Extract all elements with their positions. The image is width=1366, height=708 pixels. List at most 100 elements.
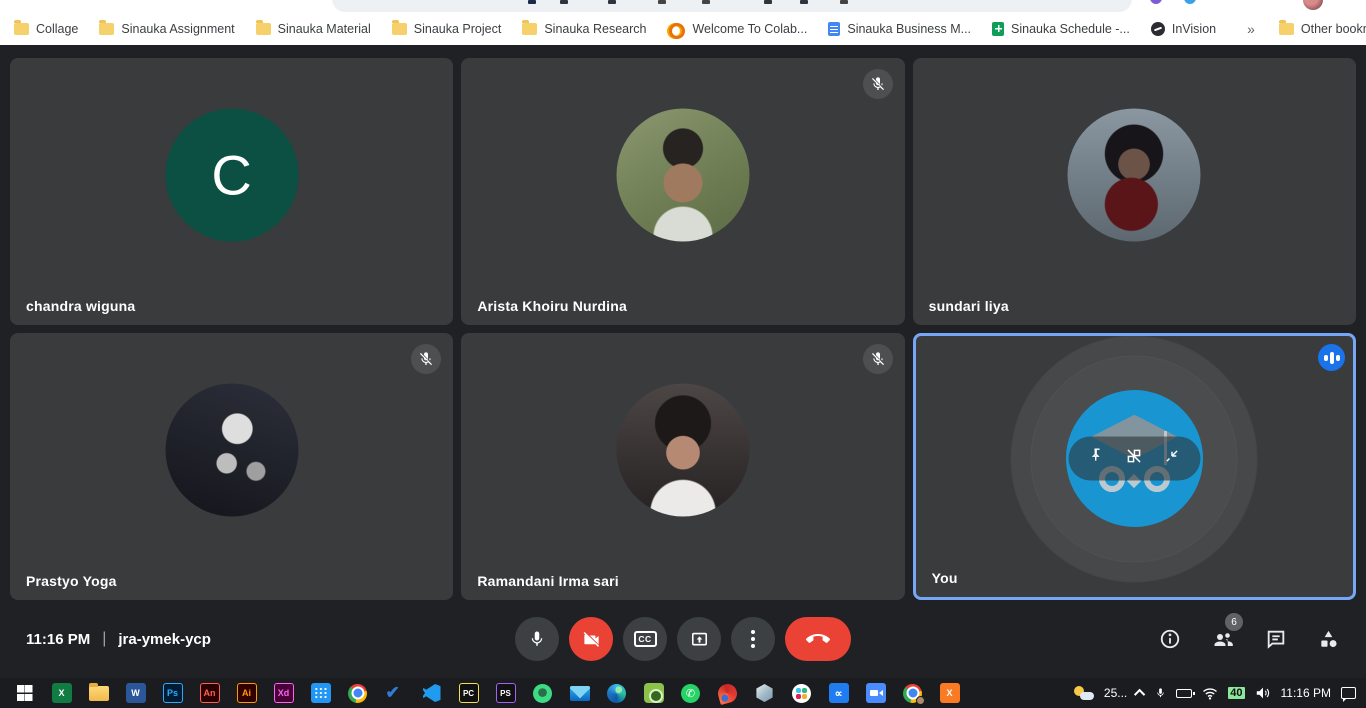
participant-tile-prastyo[interactable]: Prastyo Yoga: [10, 333, 453, 600]
animate-icon: An: [200, 683, 220, 703]
tray-expand-chevron-icon[interactable]: [1134, 689, 1145, 700]
bookmark-label: InVision: [1172, 22, 1216, 36]
participant-tile-sundari[interactable]: sundari liya: [913, 58, 1356, 325]
taskbar-slack[interactable]: [790, 681, 814, 705]
bookmark-welcome-colab[interactable]: Welcome To Colab...: [667, 22, 807, 36]
bookmark-invision[interactable]: InVision: [1151, 22, 1216, 36]
volume-icon[interactable]: [1255, 686, 1271, 700]
mic-off-icon: [863, 69, 893, 99]
activities-button[interactable]: [1317, 628, 1340, 651]
bookmark-sinauka-project[interactable]: Sinauka Project: [392, 22, 502, 36]
calendar-icon: [311, 683, 331, 703]
taskbar-file-explorer[interactable]: [87, 681, 111, 705]
other-bookmarks-label: Other bookmarks: [1301, 22, 1366, 36]
taskbar-phpstorm[interactable]: PS: [494, 681, 518, 705]
mic-button[interactable]: [515, 617, 559, 661]
xampp-icon: X: [940, 683, 960, 703]
taskbar-xd[interactable]: Xd: [272, 681, 296, 705]
avatar-photo: [1068, 109, 1201, 242]
meeting-details-button[interactable]: [1159, 628, 1181, 650]
taskbar-pycharm[interactable]: PC: [457, 681, 481, 705]
present-button[interactable]: [677, 617, 721, 661]
bookmark-sinauka-schedule[interactable]: Sinauka Schedule -...: [992, 22, 1130, 36]
chat-button[interactable]: [1265, 628, 1287, 650]
action-center-icon[interactable]: [1341, 687, 1356, 699]
taskbar-todo[interactable]: ✔: [383, 681, 407, 705]
vscode-icon: [423, 684, 441, 702]
wifi-icon[interactable]: [1202, 687, 1218, 700]
taskbar-mail[interactable]: [568, 681, 592, 705]
mic-off-icon: [863, 344, 893, 374]
taskbar-vscode[interactable]: [420, 681, 444, 705]
battery-icon[interactable]: [1176, 689, 1192, 698]
taskbar-illustrator[interactable]: Ai: [235, 681, 259, 705]
participant-tile-arista[interactable]: Arista Khoiru Nurdina: [461, 58, 904, 325]
taskbar-draw-app[interactable]: [716, 681, 740, 705]
participant-name: Arista Khoiru Nurdina: [477, 298, 627, 314]
pin-icon[interactable]: [1088, 448, 1105, 470]
taskbar-animate[interactable]: An: [198, 681, 222, 705]
weather-temp[interactable]: 25...: [1104, 686, 1127, 700]
bookmark-label: Sinauka Material: [278, 22, 371, 36]
participant-name: chandra wiguna: [26, 298, 135, 314]
battery-percent-badge[interactable]: 40: [1228, 687, 1244, 699]
taskbar-onlyoffice[interactable]: ∝: [827, 681, 851, 705]
more-vertical-icon: [751, 630, 755, 648]
taskbar-word[interactable]: W: [124, 681, 148, 705]
taskbar-hub-app[interactable]: [753, 681, 777, 705]
avatar-initial: C: [211, 143, 251, 208]
bookmark-sinauka-material[interactable]: Sinauka Material: [256, 22, 371, 36]
url-text-fragment: [702, 0, 710, 4]
taskbar-chrome[interactable]: [346, 681, 370, 705]
tray-mic-icon[interactable]: [1155, 686, 1166, 700]
url-text-fragment: [658, 0, 666, 4]
draw-app-icon: [716, 681, 739, 704]
camera-off-button[interactable]: [569, 617, 613, 661]
taskbar-xampp[interactable]: X: [938, 681, 962, 705]
participant-tile-you[interactable]: You: [913, 333, 1356, 600]
colab-icon: [667, 23, 685, 34]
taskbar-calendar[interactable]: [309, 681, 333, 705]
avatar-ring: [1032, 356, 1237, 561]
taskbar-edge[interactable]: [605, 681, 629, 705]
bookmark-label: Sinauka Business M...: [847, 22, 971, 36]
taskbar-whatsapp[interactable]: ✆: [679, 681, 703, 705]
taskbar-chrome-profile[interactable]: [901, 681, 925, 705]
bookmark-sinauka-assignment[interactable]: Sinauka Assignment: [99, 22, 234, 36]
bookmark-collage[interactable]: Collage: [14, 22, 78, 36]
participant-tile-chandra-wiguna[interactable]: C chandra wiguna: [10, 58, 453, 325]
folder-icon: [99, 23, 114, 35]
remove-from-layout-icon[interactable]: [1125, 447, 1144, 471]
leave-call-button[interactable]: [785, 617, 851, 661]
minimize-icon[interactable]: [1163, 448, 1180, 470]
taskbar-camera-app[interactable]: [642, 681, 666, 705]
taskbar-clock[interactable]: 11:16 PM: [1281, 686, 1331, 700]
start-button[interactable]: [13, 681, 37, 705]
taskbar-excel[interactable]: X: [50, 681, 74, 705]
participant-tile-ramandani[interactable]: Ramandani Irma sari: [461, 333, 904, 600]
extension-icon[interactable]: [1150, 0, 1162, 4]
folder-icon: [522, 23, 537, 35]
bookmarks-bar: Collage Sinauka Assignment Sinauka Mater…: [0, 12, 1366, 45]
browser-profile-avatar[interactable]: [1303, 0, 1323, 10]
taskbar-photoshop[interactable]: Ps: [161, 681, 185, 705]
more-options-button[interactable]: [731, 617, 775, 661]
chrome-icon: [348, 684, 367, 703]
bookmark-sinauka-research[interactable]: Sinauka Research: [522, 22, 646, 36]
taskbar-video-app[interactable]: [864, 681, 888, 705]
weather-icon[interactable]: [1074, 686, 1094, 700]
system-tray: 25... 40 11:16 PM: [1074, 686, 1366, 700]
bookmark-sinauka-business[interactable]: Sinauka Business M...: [828, 22, 971, 36]
captions-button[interactable]: CC: [623, 617, 667, 661]
people-button[interactable]: 6: [1211, 627, 1235, 651]
meeting-details[interactable]: 11:16 PM | jra-ymek-ycp: [26, 630, 211, 648]
check-icon: ✔: [386, 684, 404, 702]
participant-name: sundari liya: [929, 298, 1009, 314]
other-bookmarks[interactable]: Other bookmarks: [1279, 22, 1366, 36]
extension-icon[interactable]: [1184, 0, 1196, 4]
taskbar-android-studio[interactable]: [531, 681, 555, 705]
address-bar[interactable]: [332, 0, 1132, 12]
folder-icon: [1279, 23, 1294, 35]
participant-count-badge: 6: [1225, 613, 1243, 631]
bookmarks-overflow-chevron[interactable]: »: [1237, 21, 1265, 37]
